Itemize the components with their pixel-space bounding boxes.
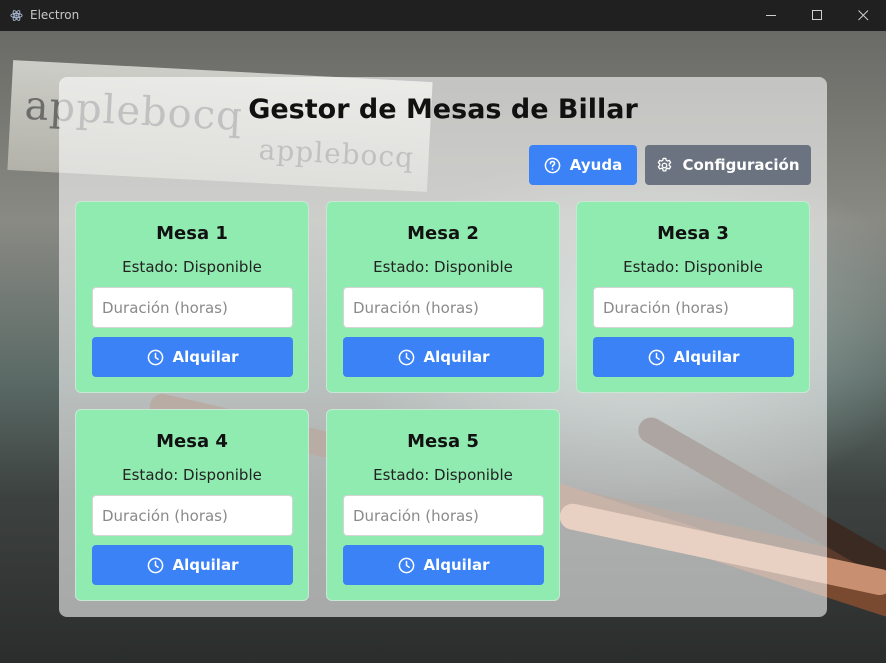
table-card-title: Mesa 2 — [407, 223, 479, 244]
table-card-status: Estado: Disponible — [373, 466, 513, 484]
help-button[interactable]: Ayuda — [529, 145, 637, 185]
help-button-label: Ayuda — [569, 156, 623, 174]
table-card-5: Mesa 5 Estado: Disponible Alquilar — [326, 409, 560, 601]
config-button-label: Configuración — [682, 156, 800, 174]
table-card-title: Mesa 3 — [657, 223, 729, 244]
config-button[interactable]: Configuración — [645, 145, 811, 185]
clock-icon — [398, 349, 414, 365]
table-card-status: Estado: Disponible — [623, 258, 763, 276]
window-title: Electron — [30, 8, 80, 22]
rent-button-label: Alquilar — [423, 348, 490, 366]
maximize-icon — [811, 10, 822, 20]
table-card-1: Mesa 1 Estado: Disponible Alquilar — [75, 201, 309, 393]
rent-button[interactable]: Alquilar — [343, 545, 544, 585]
clock-icon — [147, 557, 163, 573]
table-card-status: Estado: Disponible — [122, 258, 262, 276]
duration-input[interactable] — [92, 495, 293, 536]
page-title: Gestor de Mesas de Billar — [248, 94, 638, 125]
table-card-title: Mesa 4 — [156, 431, 228, 452]
duration-input[interactable] — [92, 287, 293, 328]
table-card-title: Mesa 1 — [156, 223, 228, 244]
duration-input[interactable] — [343, 287, 544, 328]
close-icon — [857, 10, 868, 21]
rent-button[interactable]: Alquilar — [593, 337, 794, 377]
rent-button[interactable]: Alquilar — [92, 337, 293, 377]
rent-button-label: Alquilar — [172, 348, 239, 366]
duration-input[interactable] — [593, 287, 794, 328]
table-card-2: Mesa 2 Estado: Disponible Alquilar — [326, 201, 560, 393]
rent-button-label: Alquilar — [172, 556, 239, 574]
rent-button[interactable]: Alquilar — [343, 337, 544, 377]
table-card-title: Mesa 5 — [407, 431, 479, 452]
clock-icon — [398, 557, 414, 573]
minimize-icon — [765, 15, 776, 16]
table-card-3: Mesa 3 Estado: Disponible Alquilar — [576, 201, 810, 393]
table-card-4: Mesa 4 Estado: Disponible Alquilar — [75, 409, 309, 601]
rent-button-label: Alquilar — [673, 348, 740, 366]
close-button[interactable] — [840, 0, 886, 31]
table-card-status: Estado: Disponible — [122, 466, 262, 484]
table-card-status: Estado: Disponible — [373, 258, 513, 276]
minimize-button[interactable] — [748, 0, 794, 31]
duration-input[interactable] — [343, 495, 544, 536]
maximize-button[interactable] — [794, 0, 840, 31]
rent-button-label: Alquilar — [423, 556, 490, 574]
question-circle-icon — [544, 157, 561, 173]
window-titlebar: Electron — [0, 0, 886, 31]
main-panel: Gestor de Mesas de Billar Ayuda Configur… — [59, 77, 827, 617]
rent-button[interactable]: Alquilar — [92, 545, 293, 585]
clock-icon — [648, 349, 664, 365]
electron-app-icon — [10, 10, 23, 21]
gear-icon — [658, 157, 672, 172]
clock-icon — [147, 349, 163, 365]
